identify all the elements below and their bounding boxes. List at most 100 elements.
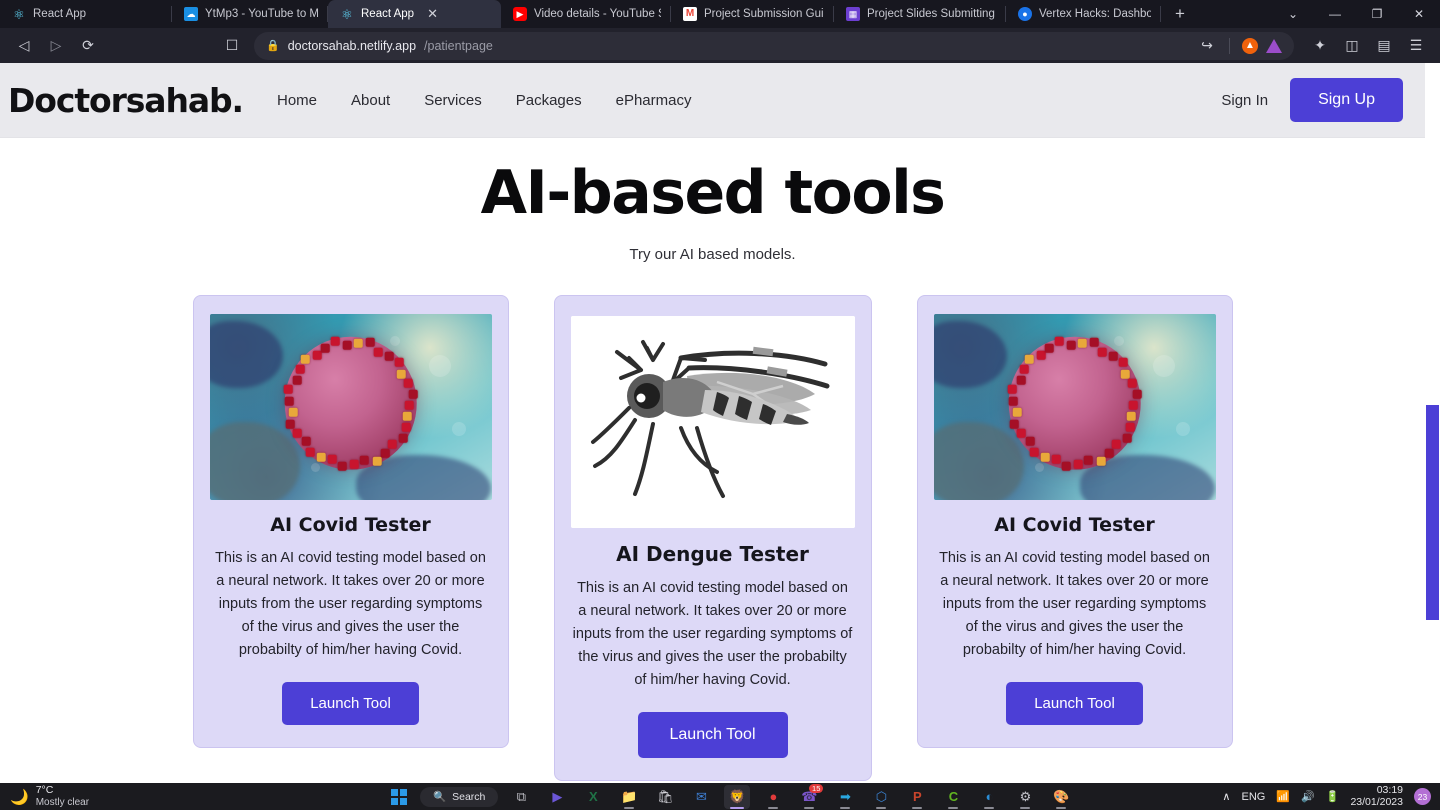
weather-condition: Mostly clear: [35, 796, 90, 808]
covid-image-art: [209, 314, 492, 500]
react-icon: ⚛: [341, 6, 353, 22]
screen-recorder-icon[interactable]: ●: [760, 785, 786, 809]
settings-icon[interactable]: ⚙: [1012, 785, 1038, 809]
site-logo[interactable]: Doctorsahab.: [8, 81, 244, 120]
virus-spike: [285, 396, 295, 406]
tab-title: React App: [361, 8, 415, 20]
paint-icon[interactable]: 🎨: [1048, 785, 1074, 809]
mail-icon[interactable]: ✉: [688, 785, 714, 809]
tab-title: Video details - YouTube Stu: [534, 8, 661, 20]
powerpoint-icon[interactable]: P: [904, 785, 930, 809]
reload-button[interactable]: ⟳: [74, 32, 102, 60]
virus-spike: [293, 429, 303, 438]
tool-card-title: AI Covid Tester: [270, 514, 431, 536]
brave-rewards-icon[interactable]: [1266, 38, 1282, 53]
virus-spike: [1126, 411, 1136, 421]
page-content: AI-based tools Try our AI based models.: [0, 138, 1425, 781]
launch-tool-button[interactable]: Launch Tool: [282, 681, 419, 725]
back-button[interactable]: ◁: [10, 32, 38, 60]
file-transfer-icon[interactable]: ➡: [832, 785, 858, 809]
virus-spike: [328, 454, 338, 464]
tool-card[interactable]: AI Covid Tester This is an AI covid test…: [916, 295, 1233, 748]
virus-spike: [1017, 429, 1027, 438]
browser-tab-active[interactable]: ⚛ React App ✕: [328, 0, 501, 28]
wallet-icon[interactable]: ▤: [1370, 32, 1398, 60]
microsoft-store-icon[interactable]: 🛍: [652, 785, 678, 809]
browser-tab[interactable]: M Project Submission Guideli: [671, 0, 834, 28]
address-bar[interactable]: 🔒 doctorsahab.netlify.app/patientpage ↪ …: [254, 31, 1294, 60]
virus-spike: [398, 434, 408, 444]
nav-item-packages[interactable]: Packages: [516, 92, 582, 109]
tool-card[interactable]: AI Covid Tester This is an AI covid test…: [192, 295, 509, 748]
page-title: AI-based tools: [480, 158, 946, 228]
tray-chevron-icon[interactable]: ∧: [1222, 790, 1230, 803]
virus-spike: [1025, 436, 1035, 446]
vs-code-icon[interactable]: ⬡: [868, 785, 894, 809]
nav-item-epharmacy[interactable]: ePharmacy: [616, 92, 692, 109]
viber-icon[interactable]: ☎ 15: [796, 783, 824, 809]
excel-icon[interactable]: X: [580, 785, 606, 809]
clock-time: 03:19: [1376, 783, 1403, 796]
bookmark-icon[interactable]: ☐: [218, 32, 246, 60]
brave-shields-icon[interactable]: ▲: [1242, 37, 1258, 54]
new-tab-button[interactable]: +: [1161, 0, 1199, 28]
volume-icon[interactable]: 🔊: [1301, 790, 1315, 803]
sidebar-icon[interactable]: ◫: [1338, 32, 1366, 60]
browser-menu-icon[interactable]: ☰: [1402, 32, 1430, 60]
browser-tab[interactable]: ▶ Video details - YouTube Stu: [501, 0, 671, 28]
c-app-icon[interactable]: C: [940, 785, 966, 809]
virus-spike: [1044, 343, 1054, 353]
virus-spike: [288, 407, 298, 417]
notification-badge[interactable]: 23: [1414, 788, 1431, 805]
tab-search-icon[interactable]: ⌄: [1272, 0, 1314, 28]
tool-card[interactable]: AI Dengue Tester This is an AI covid tes…: [553, 295, 872, 781]
launch-tool-button[interactable]: Launch Tool: [1006, 681, 1143, 725]
minimize-button[interactable]: —: [1314, 0, 1356, 28]
virus-body: [283, 337, 418, 471]
task-view-icon[interactable]: ⧉: [508, 785, 534, 809]
browser-tab[interactable]: ⚛ React App: [0, 0, 172, 28]
nav-item-services[interactable]: Services: [424, 92, 482, 109]
browser-tab[interactable]: ▦ Project Slides Submitting F: [834, 0, 1006, 28]
search-input[interactable]: 🔍 Search: [420, 786, 499, 807]
sign-up-button[interactable]: Sign Up: [1290, 78, 1403, 122]
clock[interactable]: 03:19 23/01/2023: [1350, 783, 1403, 809]
scrollbar-thumb[interactable]: [1426, 405, 1439, 620]
virus-spike: [1054, 337, 1064, 346]
virus-spike: [1066, 340, 1076, 350]
url-domain: doctorsahab.netlify.app: [287, 38, 417, 53]
tab-title: React App: [33, 8, 87, 20]
browser-toolbar: ◁ ▷ ⟳ ☐ 🔒 doctorsahab.netlify.app/patien…: [0, 28, 1440, 63]
search-icon: 🔍: [433, 791, 447, 803]
main-navigation: Home About Services Packages ePharmacy: [277, 92, 692, 109]
forward-button[interactable]: ▷: [42, 32, 70, 60]
microsoft-edge-icon[interactable]: ◐: [976, 785, 1002, 809]
virus-spike: [1083, 455, 1093, 465]
launch-tool-button[interactable]: Launch Tool: [637, 711, 788, 758]
virus-spike: [1122, 434, 1132, 444]
page-scrollbar[interactable]: [1425, 63, 1440, 783]
weather-widget[interactable]: 🌙 7°C Mostly clear: [0, 784, 240, 809]
virus-spike: [396, 369, 406, 379]
virus-spike: [1061, 461, 1071, 471]
browser-tab[interactable]: ● Vertex Hacks: Dashboard |: [1006, 0, 1161, 28]
extensions-icon[interactable]: ✦: [1306, 32, 1334, 60]
virus-spike: [330, 337, 340, 346]
file-explorer-icon[interactable]: 📁: [616, 785, 642, 809]
nav-item-home[interactable]: Home: [277, 92, 317, 109]
sign-in-link[interactable]: Sign In: [1221, 92, 1268, 109]
tab-title: YtMp3 - YouTube to MP3 C: [205, 8, 318, 20]
battery-icon[interactable]: 🔋: [1326, 790, 1340, 803]
wifi-icon[interactable]: 📶: [1276, 790, 1290, 803]
brave-browser-icon[interactable]: 🦁: [724, 784, 751, 809]
zoom-icon[interactable]: ▶: [544, 785, 570, 809]
share-icon[interactable]: ↪: [1197, 32, 1217, 60]
close-icon[interactable]: ✕: [427, 6, 438, 22]
start-button[interactable]: [388, 786, 410, 808]
virus-spike: [1127, 378, 1137, 388]
close-window-button[interactable]: ✕: [1398, 0, 1440, 28]
nav-item-about[interactable]: About: [351, 92, 390, 109]
maximize-button[interactable]: ❐: [1356, 0, 1398, 28]
language-indicator[interactable]: ENG: [1241, 791, 1265, 803]
browser-tab[interactable]: ☁ YtMp3 - YouTube to MP3 C: [172, 0, 328, 28]
